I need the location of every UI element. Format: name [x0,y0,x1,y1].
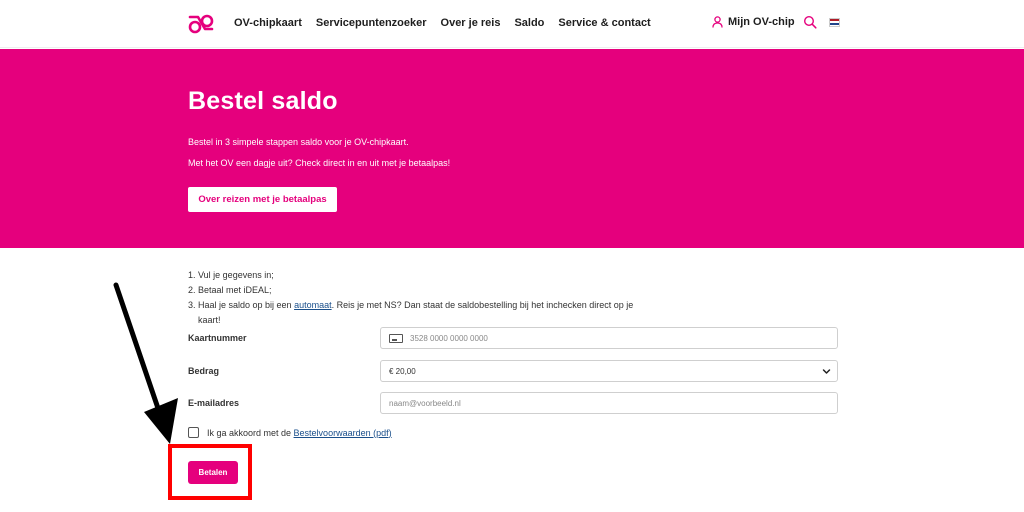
arrow-down-annotation-icon [113,282,178,444]
terms-row: Ik ga akkoord met de Bestelvoorwaarden (… [188,427,392,438]
automaat-link[interactable]: automaat [294,300,332,310]
kaartnummer-label: Kaartnummer [188,333,247,343]
terms-text: Ik ga akkoord met de [207,427,294,438]
mijn-ov-chip-label: Mijn OV-chip [728,16,795,28]
search-icon[interactable] [803,15,817,29]
email-label: E-mailadres [188,398,240,408]
highlight-box-annotation [168,444,252,500]
step-1-text: Vul je gegevens in; [198,270,274,280]
email-placeholder: naam@voorbeeld.nl [389,398,461,408]
dutch-flag-icon[interactable] [828,17,840,27]
hero-intro-text: Bestel in 3 simpele stappen saldo voor j… [188,137,409,147]
ov-chip-logo-icon[interactable] [187,13,215,35]
bedrag-value: € 20,00 [389,366,416,376]
hero-banner: Bestel saldo Bestel in 3 simpele stappen… [0,49,1024,248]
nav-service-contact[interactable]: Service & contact [558,17,650,29]
kaartnummer-placeholder: 3528 0000 0000 0000 [410,333,488,343]
kaartnummer-input[interactable]: 3528 0000 0000 0000 [380,327,838,349]
nav-servicepuntenzoeker[interactable]: Servicepuntenzoeker [316,17,427,29]
step-3-text: Haal je saldo op bij een [198,300,295,310]
list-item: 2. Betaal met iDEAL; [188,283,668,298]
chevron-down-icon [822,369,831,374]
bestelvoorwaarden-link[interactable]: Bestelvoorwaarden (pdf) [294,428,392,438]
person-icon [712,16,723,28]
step-3-text-rest: . Reis je met NS? Dan staat de saldobest… [331,300,634,310]
header-actions: Mijn OV-chip [712,15,840,29]
over-reizen-betaalpas-button[interactable]: Over reizen met je betaalpas [188,187,337,212]
bedrag-select[interactable]: € 20,00 [380,360,838,382]
step-2-text: Betaal met iDEAL; [198,285,272,295]
step-3-text-cont: kaart! [198,315,221,325]
list-item: 1. Vul je gegevens in; [188,268,668,283]
nav-saldo[interactable]: Saldo [514,17,544,29]
mijn-ov-chip-link[interactable]: Mijn OV-chip [712,16,795,28]
page-title: Bestel saldo [188,87,338,115]
main-nav: OV-chipkaart Servicepuntenzoeker Over je… [234,17,651,29]
site-header: OV-chipkaart Servicepuntenzoeker Over je… [0,0,1024,48]
nav-over-je-reis[interactable]: Over je reis [441,17,501,29]
list-item: 3. Haal je saldo op bij een automaat. Re… [188,300,634,325]
hero-betaalpas-text: Met het OV een dagje uit? Check direct i… [188,158,451,168]
card-icon [389,333,403,343]
order-steps-list: 1. Vul je gegevens in; 2. Betaal met iDEAL… [188,268,668,328]
bedrag-label: Bedrag [188,366,220,376]
email-input[interactable]: naam@voorbeeld.nl [380,392,838,414]
nav-ov-chipkaart[interactable]: OV-chipkaart [234,17,302,29]
